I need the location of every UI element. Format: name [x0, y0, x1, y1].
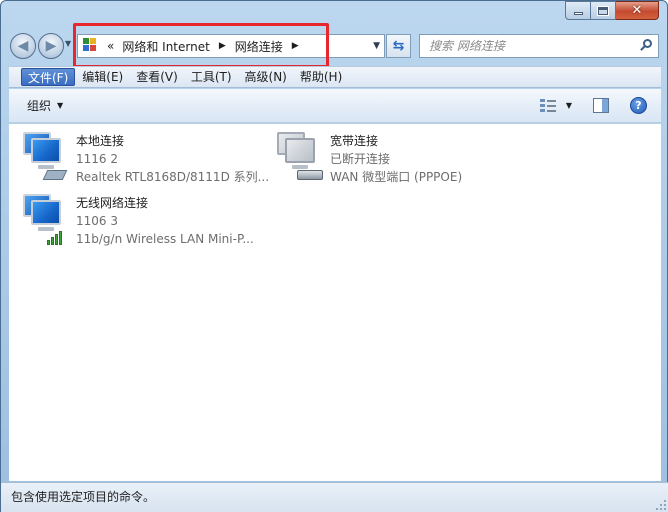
connection-device: WAN 微型端口 (PPPOE) — [330, 170, 463, 184]
breadcrumb: « 网络和 Internet ▶ 网络连接 ▶ — [107, 38, 308, 55]
wired-network-icon — [23, 132, 73, 184]
status-text: 包含使用选定项目的命令。 — [11, 490, 156, 504]
command-bar-right: ▼ ? — [539, 97, 647, 114]
connection-device: 11b/g/n Wireless LAN Mini-P... — [76, 232, 254, 246]
back-button[interactable]: ◀ — [10, 33, 36, 59]
refresh-button[interactable]: ⇆ — [386, 34, 411, 58]
recent-pages-dropdown-icon[interactable]: ▼ — [65, 39, 71, 48]
maximize-button[interactable] — [591, 1, 616, 20]
chevron-right-icon[interactable]: ▶ — [292, 41, 299, 51]
connection-text: 无线网络连接 1106 3 11b/g/n Wireless LAN Mini-… — [76, 194, 254, 248]
chevron-down-icon: ▼ — [57, 101, 64, 110]
connection-status: 已断开连接 — [330, 152, 391, 166]
status-bar: 包含使用选定项目的命令。 — [1, 482, 668, 512]
breadcrumb-overflow-icon[interactable]: « — [107, 39, 114, 53]
connections-list: 本地连接 1116 2 Realtek RTL8168D/8111D 系列...… — [9, 124, 661, 481]
minimize-button[interactable] — [565, 1, 591, 20]
connection-device: Realtek RTL8168D/8111D 系列... — [76, 170, 270, 184]
address-dropdown-icon[interactable]: ▼ — [373, 41, 380, 51]
breadcrumb-network-internet[interactable]: 网络和 Internet — [122, 38, 209, 55]
connection-name: 本地连接 — [76, 134, 125, 148]
preview-pane-icon[interactable] — [593, 98, 609, 113]
menu-edit[interactable]: 编辑(E) — [76, 68, 129, 86]
change-view-icon[interactable] — [539, 98, 556, 113]
menu-tools[interactable]: 工具(T) — [185, 68, 238, 86]
chevron-right-icon[interactable]: ▶ — [219, 41, 226, 51]
connection-item-local[interactable]: 本地连接 1116 2 Realtek RTL8168D/8111D 系列... — [23, 132, 269, 186]
forward-arrow-icon: ▶ — [45, 38, 57, 54]
menu-advanced[interactable]: 高级(N) — [239, 68, 293, 86]
connection-name: 无线网络连接 — [76, 196, 149, 210]
maximize-icon — [597, 5, 609, 16]
organize-button[interactable]: 组织 ▼ — [27, 97, 63, 114]
search-icon[interactable] — [640, 39, 652, 53]
refresh-icon: ⇆ — [392, 38, 405, 54]
address-bar[interactable]: « 网络和 Internet ▶ 网络连接 ▶ ▼ — [77, 34, 385, 58]
connection-item-wireless[interactable]: 无线网络连接 1106 3 11b/g/n Wireless LAN Mini-… — [23, 194, 254, 248]
resize-grip-icon[interactable] — [656, 500, 666, 510]
search-input[interactable] — [429, 39, 634, 53]
forward-button[interactable]: ▶ — [38, 33, 64, 59]
wireless-network-icon — [23, 194, 73, 246]
connection-text: 本地连接 1116 2 Realtek RTL8168D/8111D 系列... — [76, 132, 269, 186]
control-panel-icon — [83, 38, 101, 54]
broadband-icon — [277, 132, 327, 184]
menu-view[interactable]: 查看(V) — [130, 68, 184, 86]
explorer-window: ✕ ◀ ▶ ▼ « 网络和 Internet ▶ 网络连接 ▶ ▼ ⇆ 文件(F… — [0, 0, 668, 512]
connection-text: 宽带连接 已断开连接 WAN 微型端口 (PPPOE) — [330, 132, 462, 186]
connection-status: 1106 3 — [76, 214, 118, 228]
search-box — [419, 34, 659, 58]
help-icon[interactable]: ? — [630, 97, 647, 114]
organize-label: 组织 — [27, 99, 52, 113]
back-arrow-icon: ◀ — [17, 38, 29, 54]
connection-item-broadband[interactable]: 宽带连接 已断开连接 WAN 微型端口 (PPPOE) — [277, 132, 462, 186]
menu-help[interactable]: 帮助(H) — [294, 68, 348, 86]
close-icon: ✕ — [631, 3, 643, 18]
connection-status: 1116 2 — [76, 152, 118, 166]
menu-file[interactable]: 文件(F) — [21, 68, 76, 86]
view-options-dropdown-icon[interactable]: ▼ — [566, 101, 572, 110]
menu-bar: 文件(F) 编辑(E) 查看(V) 工具(T) 高级(N) 帮助(H) — [9, 66, 661, 88]
command-bar: 组织 ▼ ▼ ? — [9, 89, 661, 123]
window-controls: ✕ — [565, 1, 659, 20]
minimize-icon — [573, 12, 583, 15]
close-button[interactable]: ✕ — [616, 1, 659, 20]
breadcrumb-network-connections[interactable]: 网络连接 — [235, 38, 283, 55]
connection-name: 宽带连接 — [330, 134, 379, 148]
